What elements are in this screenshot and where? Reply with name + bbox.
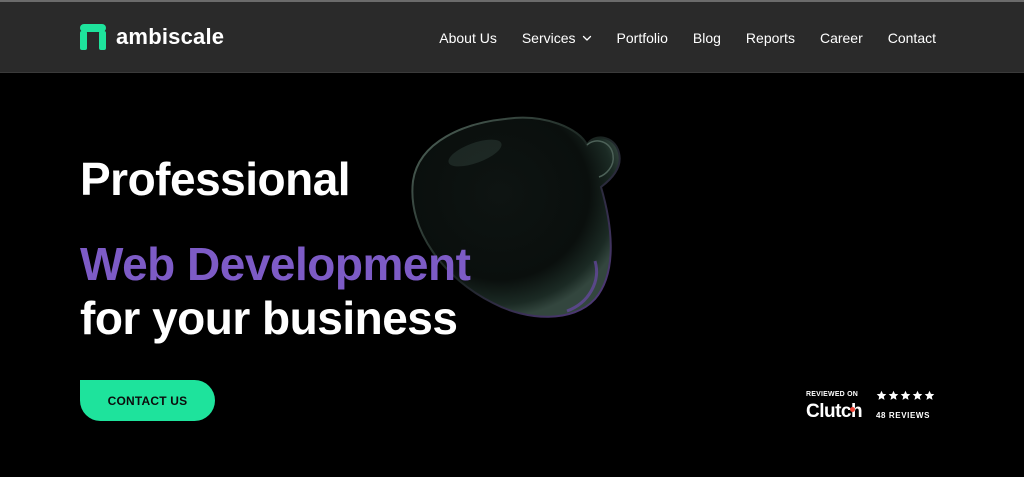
ambiscale-logo-icon xyxy=(80,24,106,50)
star-icon xyxy=(888,390,899,400)
nav-services[interactable]: Services xyxy=(522,30,592,46)
reviews-count: 48 REVIEWS xyxy=(876,411,931,420)
star-icon xyxy=(876,390,887,400)
brand-name: ambiscale xyxy=(116,24,225,49)
logo[interactable]: ambiscale xyxy=(80,24,224,50)
nav-about-us[interactable]: About Us xyxy=(439,30,497,46)
nav-career-label: Career xyxy=(819,30,863,46)
star-icon xyxy=(900,390,911,400)
hero-title-line-3: for your business xyxy=(80,292,458,344)
nav-portfolio[interactable]: Portfolio xyxy=(617,30,668,46)
nav-contact-label: Contact xyxy=(887,30,936,46)
nav-portfolio-label: Portfolio xyxy=(616,30,668,46)
nav-blog[interactable]: Blog xyxy=(693,30,721,46)
star-icon xyxy=(924,390,935,400)
site-header: ambiscale About Us Services Portfolio Bl… xyxy=(0,2,1024,73)
nav-career[interactable]: Career xyxy=(820,30,863,46)
nav-reports[interactable]: Reports xyxy=(746,30,795,46)
nav-services-label: Services xyxy=(521,30,576,46)
hero-title-line-2: Web Development xyxy=(80,238,471,290)
clutch-review-badge[interactable]: REVIEWED ON Clutch 48 REVIEWS xyxy=(806,390,946,425)
contact-us-button[interactable]: CONTACT US xyxy=(80,380,215,421)
clutch-logo-dot xyxy=(850,407,855,412)
hero-section: Professional Web Development for your bu… xyxy=(0,73,1024,477)
nav-reports-label: Reports xyxy=(745,30,795,46)
main-nav: About Us Services Portfolio Blog Reports… xyxy=(439,30,936,46)
reviewed-on-label: REVIEWED ON xyxy=(806,391,858,398)
nav-blog-label: Blog xyxy=(692,30,721,46)
rating-stars xyxy=(876,390,936,401)
nav-contact[interactable]: Contact xyxy=(888,30,936,46)
nav-about-us-label: About Us xyxy=(439,30,497,46)
star-icon xyxy=(912,390,923,400)
hero-title-line-1: Professional xyxy=(80,153,351,205)
chevron-down-icon xyxy=(582,35,591,41)
clutch-logo: Clutch xyxy=(806,401,863,422)
